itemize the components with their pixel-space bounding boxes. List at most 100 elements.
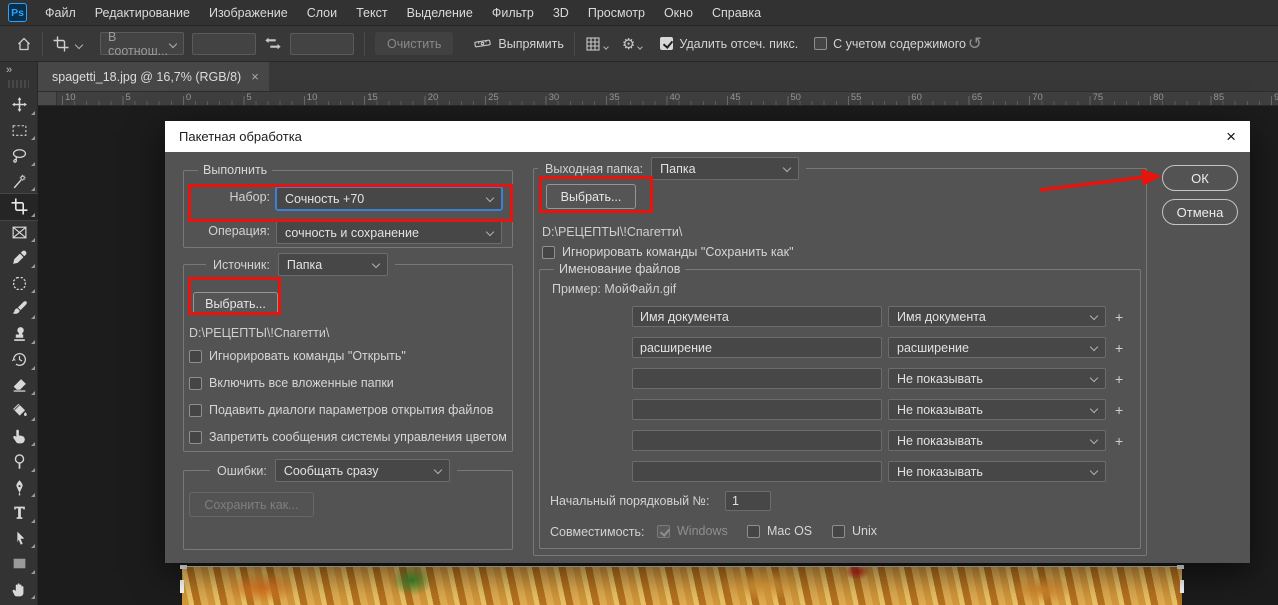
naming-field-select-2[interactable]: расширение [888, 337, 1106, 358]
naming-field-select-4[interactable]: Не показывать [888, 399, 1106, 420]
content-aware-checkbox[interactable] [814, 37, 827, 50]
naming-field-select-1[interactable]: Имя документа [888, 306, 1106, 327]
add-field-button[interactable]: + [1115, 340, 1123, 356]
naming-field-input-3[interactable] [632, 368, 882, 389]
smudge-tool[interactable] [0, 424, 38, 450]
rectangular-marquee-tool[interactable] [0, 118, 38, 144]
naming-field-input-1[interactable] [632, 306, 882, 327]
serial-number-input[interactable] [725, 491, 771, 511]
menu-item-layers[interactable]: Слои [307, 6, 337, 20]
action-select[interactable]: сочность и сохранение [276, 221, 502, 244]
menu-item-type[interactable]: Текст [356, 6, 387, 20]
hand-tool[interactable] [0, 577, 38, 603]
ok-button[interactable]: ОК [1162, 165, 1238, 191]
cancel-button[interactable]: Отмена [1162, 199, 1238, 225]
source-choose-button[interactable]: Выбрать... [193, 292, 278, 315]
naming-field-select-5[interactable]: Не показывать [888, 430, 1106, 451]
menu-item-view[interactable]: Просмотр [588, 6, 645, 20]
lasso-tool[interactable] [0, 143, 38, 169]
add-field-button[interactable]: + [1115, 371, 1123, 387]
move-tool[interactable] [0, 92, 38, 118]
pen-tool[interactable] [0, 475, 38, 501]
crop-handle[interactable] [180, 580, 184, 593]
source-select[interactable]: Папка [278, 253, 388, 276]
straighten-button[interactable]: Выпрямить [498, 37, 564, 51]
errors-select[interactable]: Сообщать сразу [275, 459, 450, 482]
naming-field-select-3[interactable]: Не показывать [888, 368, 1106, 389]
menu-item-help[interactable]: Справка [712, 6, 761, 20]
document-tab[interactable]: spagetti_18.jpg @ 16,7% (RGB/8) × [38, 62, 269, 91]
crop-ratio-select[interactable]: В соотнош... [100, 32, 184, 55]
rectangle-tool[interactable] [0, 551, 38, 577]
crop-handle[interactable] [180, 565, 187, 569]
brush-tool[interactable] [0, 296, 38, 322]
history-brush-tool[interactable] [0, 347, 38, 373]
content-aware-label: С учетом содержимого [833, 37, 966, 51]
reset-tool-icon[interactable]: ↺ [968, 34, 982, 54]
menu-item-3d[interactable]: 3D [553, 6, 569, 20]
delete-cropped-pixels-checkbox[interactable] [660, 37, 673, 50]
naming-field-input-4[interactable] [632, 399, 882, 420]
add-field-button[interactable]: + [1115, 402, 1123, 418]
magic-wand-tool[interactable] [0, 169, 38, 195]
dodge-tool[interactable] [0, 449, 38, 475]
naming-field-input-5[interactable] [632, 430, 882, 451]
source-option-checkbox[interactable] [189, 350, 202, 363]
source-option-checkbox[interactable] [189, 404, 202, 417]
naming-field-select-6[interactable]: Не показывать [888, 461, 1106, 482]
photoshop-logo[interactable]: Ps [8, 3, 27, 22]
save-as-button[interactable]: Сохранить как... [189, 492, 314, 517]
crop-height-input[interactable] [290, 33, 354, 55]
chevron-down-icon [603, 44, 609, 50]
set-select[interactable]: Сочность +70 [276, 187, 502, 210]
overlay-grid-icon[interactable] [585, 36, 601, 52]
crop-tool-icon[interactable] [53, 36, 69, 52]
override-save-as-checkbox[interactable] [542, 246, 555, 259]
menu-item-select[interactable]: Выделение [407, 6, 473, 20]
compat-windows-checkbox[interactable] [657, 525, 670, 538]
crop-settings-gear-icon[interactable]: ⚙ [622, 35, 635, 53]
healing-brush-tool[interactable] [0, 271, 38, 297]
ruler-label: 20 [428, 92, 439, 103]
ruler-label: 85 [1214, 92, 1225, 103]
menu-item-image[interactable]: Изображение [209, 6, 288, 20]
source-option-checkbox[interactable] [189, 377, 202, 390]
eraser-tool[interactable] [0, 373, 38, 399]
naming-field-input-6[interactable] [632, 461, 882, 482]
panel-grip[interactable] [8, 80, 29, 88]
naming-row: Не показывать [632, 461, 1106, 482]
home-icon[interactable] [16, 36, 32, 52]
menu-item-window[interactable]: Окно [664, 6, 693, 20]
swap-dimensions-icon[interactable] [264, 37, 282, 50]
errors-value: Сообщать сразу [284, 464, 379, 478]
crop-tool[interactable] [0, 194, 38, 220]
type-tool[interactable] [0, 500, 38, 526]
destination-select[interactable]: Папка [651, 157, 799, 180]
eyedropper-tool[interactable] [0, 245, 38, 271]
compat-unix-checkbox[interactable] [832, 525, 845, 538]
crop-width-input[interactable] [192, 33, 256, 55]
tab-close-icon[interactable]: × [251, 69, 259, 84]
source-path: D:\РЕЦЕПТЫ\!Спагетти\ [189, 326, 329, 340]
straighten-icon[interactable] [473, 36, 492, 51]
crop-handle[interactable] [1177, 565, 1184, 569]
compat-macos-checkbox[interactable] [747, 525, 760, 538]
clear-button[interactable]: Очистить [375, 32, 453, 55]
dialog-close-icon[interactable]: × [1226, 128, 1236, 145]
paint-bucket-tool[interactable] [0, 398, 38, 424]
panel-expand-icon[interactable]: » [0, 62, 37, 78]
menu-item-filter[interactable]: Фильтр [492, 6, 534, 20]
frame-tool[interactable] [0, 220, 38, 246]
menu-item-file[interactable]: Файл [45, 6, 76, 20]
naming-field-input-2[interactable] [632, 337, 882, 358]
add-field-button[interactable]: + [1115, 309, 1123, 325]
clone-stamp-tool[interactable] [0, 322, 38, 348]
path-selection-tool[interactable] [0, 526, 38, 552]
menu-item-edit[interactable]: Редактирование [95, 6, 190, 20]
add-field-button[interactable]: + [1115, 433, 1123, 449]
dialog-title-bar[interactable]: Пакетная обработка × [165, 121, 1250, 152]
chevron-down-icon[interactable] [75, 40, 83, 48]
crop-handle[interactable] [1180, 580, 1184, 593]
source-option-checkbox[interactable] [189, 431, 202, 444]
destination-choose-button[interactable]: Выбрать... [546, 184, 636, 209]
